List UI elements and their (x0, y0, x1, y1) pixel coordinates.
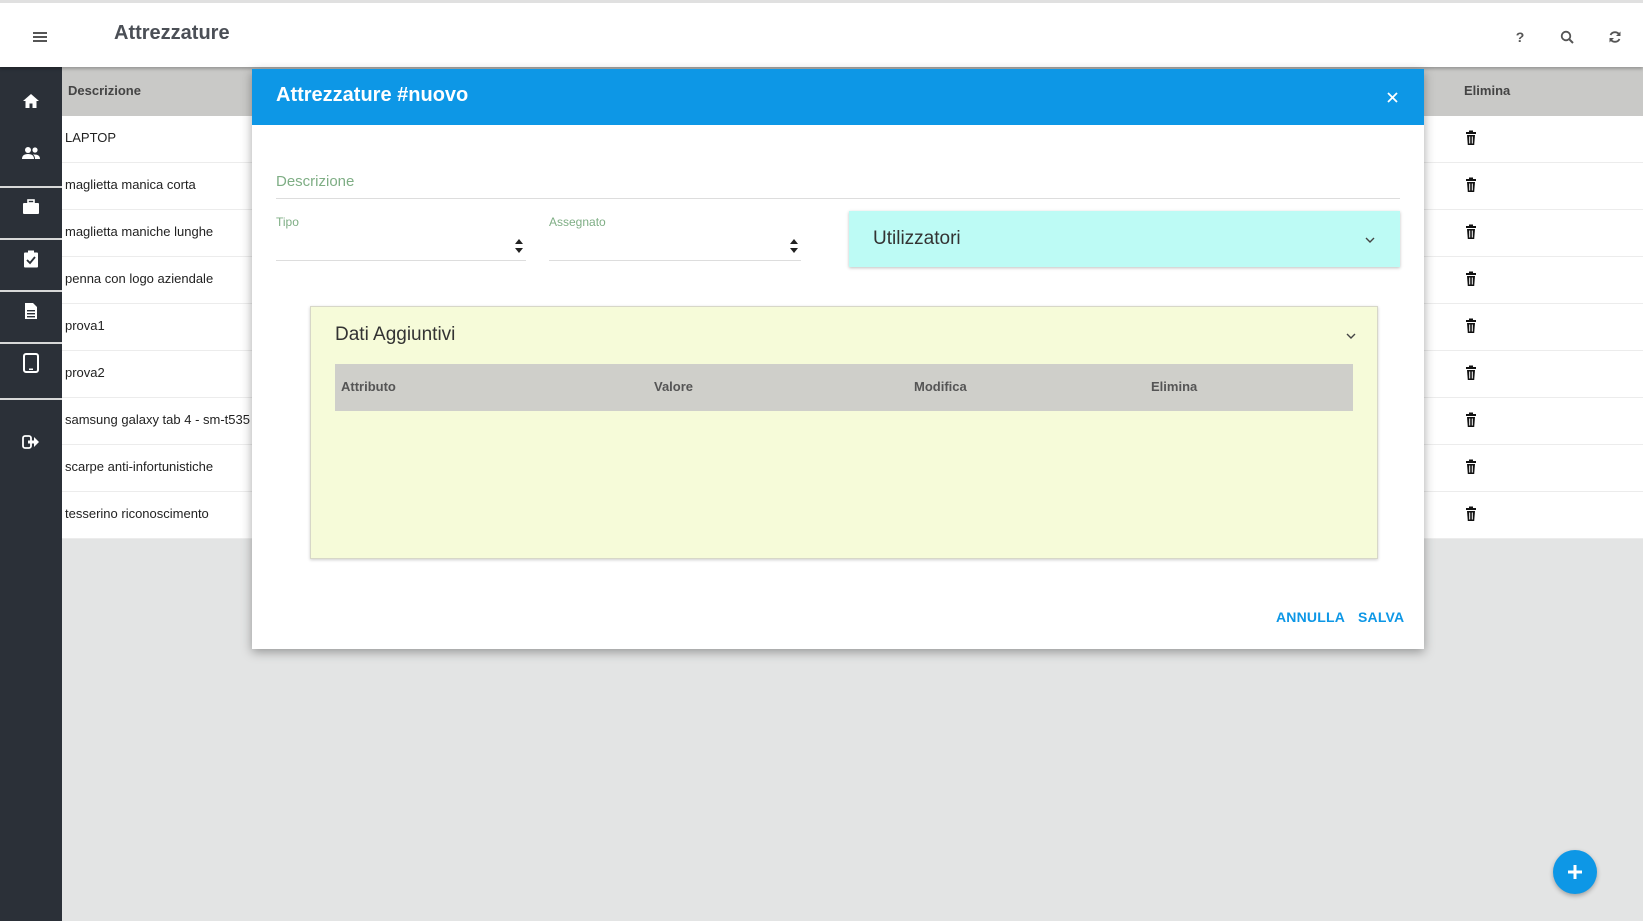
column-header-attributo: Attributo (341, 379, 396, 394)
trash-icon[interactable] (1463, 271, 1479, 287)
sidebar-item-documents[interactable] (0, 287, 62, 335)
new-equipment-dialog: Attrezzature #nuovo Tipo Assegnato Utili… (252, 69, 1424, 649)
assegnato-label: Assegnato (549, 215, 606, 229)
dialog-header: Attrezzature #nuovo (252, 69, 1424, 125)
utilizzatori-label: Utilizzatori (873, 228, 961, 249)
menu-icon[interactable] (28, 25, 52, 49)
plus-icon (1568, 865, 1582, 879)
people-icon (22, 147, 40, 159)
row-description: samsung galaxy tab 4 - sm-t535 (65, 412, 250, 427)
assegnato-select[interactable] (549, 229, 801, 261)
app-title: Attrezzature (114, 22, 230, 44)
logout-icon (22, 435, 39, 449)
sort-arrows-icon (790, 239, 798, 253)
row-description: prova1 (65, 318, 105, 333)
row-description: maglietta maniche lunghe (65, 224, 214, 239)
home-icon (23, 94, 39, 108)
sidebar-item-equipment[interactable] (0, 183, 62, 231)
dati-table-header: Attributo Valore Modifica Elimina (335, 364, 1353, 411)
row-description: tesserino riconoscimento (65, 506, 209, 521)
save-button[interactable]: SALVA (1358, 609, 1404, 625)
dialog-title: Attrezzature #nuovo (276, 84, 469, 106)
chevron-down-icon (1346, 333, 1356, 339)
sidebar-item-tasks[interactable] (0, 235, 62, 283)
dati-aggiuntivi-label: Dati Aggiuntivi (335, 324, 456, 345)
description-input[interactable] (276, 165, 1400, 199)
search-icon[interactable] (1555, 25, 1579, 49)
chevron-down-icon (1365, 237, 1375, 243)
dati-aggiuntivi-header[interactable]: Dati Aggiuntivi (311, 307, 1377, 363)
refresh-icon[interactable] (1603, 25, 1627, 49)
sidebar-item-home[interactable] (0, 77, 62, 125)
tipo-label: Tipo (276, 215, 299, 229)
trash-icon[interactable] (1463, 412, 1479, 428)
row-description: maglietta manica corta (65, 177, 196, 192)
row-description: penna con logo aziendale (65, 271, 214, 286)
briefcase-icon (23, 199, 39, 214)
sidebar (0, 67, 62, 921)
column-header-elimina: Elimina (1151, 379, 1198, 394)
row-description: LAPTOP (65, 130, 117, 145)
clipboard-check-icon (24, 250, 38, 268)
document-icon (25, 303, 37, 319)
trash-icon[interactable] (1463, 224, 1479, 240)
sort-arrows-icon (515, 239, 523, 253)
sidebar-item-logout[interactable] (0, 418, 62, 466)
column-header-delete: Elimina (1464, 83, 1511, 98)
column-header-description: Descrizione (68, 83, 141, 98)
trash-icon[interactable] (1463, 365, 1479, 381)
row-description: scarpe anti-infortunistiche (65, 459, 214, 474)
utilizzatori-accordion[interactable]: Utilizzatori (849, 211, 1400, 267)
trash-icon[interactable] (1463, 459, 1479, 475)
row-description: prova2 (65, 365, 105, 380)
tablet-icon (23, 353, 39, 373)
sidebar-item-devices[interactable] (0, 339, 62, 387)
cancel-button[interactable]: ANNULLA (1276, 609, 1345, 625)
column-header-valore: Valore (654, 379, 694, 394)
trash-icon[interactable] (1463, 177, 1479, 193)
add-button[interactable] (1553, 850, 1597, 894)
trash-icon[interactable] (1463, 318, 1479, 334)
top-app-bar: Attrezzature ? (0, 0, 1643, 67)
close-icon[interactable] (1381, 86, 1403, 108)
sidebar-item-users[interactable] (0, 129, 62, 177)
column-header-modifica: Modifica (914, 379, 967, 394)
trash-icon[interactable] (1463, 130, 1479, 146)
tipo-select[interactable] (276, 229, 526, 261)
help-icon[interactable]: ? (1508, 25, 1532, 49)
sidebar-divider (0, 398, 62, 400)
dati-aggiuntivi-panel: Dati Aggiuntivi Attributo Valore Modific… (310, 306, 1378, 559)
trash-icon[interactable] (1463, 506, 1479, 522)
